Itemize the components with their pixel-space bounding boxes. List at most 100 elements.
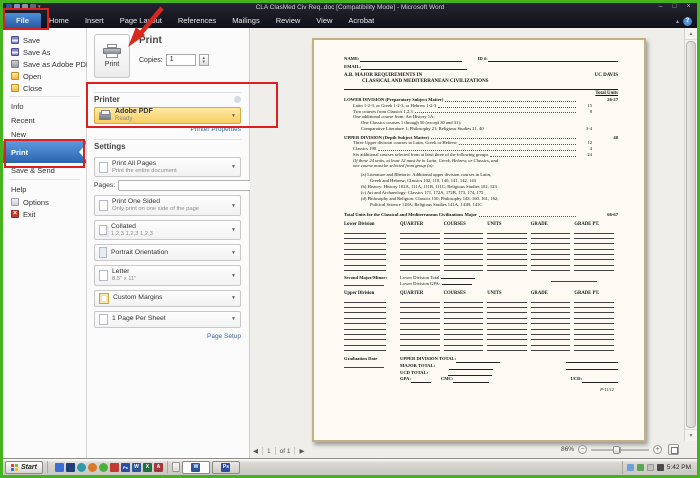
backstage-view: Save Save As Save as Adobe PDF Open Clos… (3, 28, 697, 458)
second-window-button[interactable]: Ps (212, 461, 240, 474)
sidebar-item-help[interactable]: Help (3, 182, 86, 196)
sidebar-item-info[interactable]: Info (3, 99, 86, 113)
tab-review[interactable]: Review (268, 13, 309, 28)
page-setup-link[interactable]: Page Setup (94, 333, 241, 340)
zoom-slider-thumb[interactable] (613, 446, 620, 454)
current-page-number[interactable]: 1 (267, 448, 271, 455)
qat-redo-icon[interactable] (30, 4, 36, 10)
tab-page-layout[interactable]: Page Layout (112, 13, 170, 28)
sidebar-divider (9, 179, 80, 180)
tray-icon[interactable] (657, 464, 664, 471)
print-range-dropdown[interactable]: Print All PagesPrint the entire document… (94, 157, 241, 177)
sidebar-item-save[interactable]: Save (3, 34, 86, 46)
preview-scrollbar[interactable]: ▲ ▼ (684, 28, 697, 441)
sidebar-item-new[interactable]: New (3, 127, 86, 141)
tab-references[interactable]: References (170, 13, 224, 28)
sidebar-item-open[interactable]: Open (3, 70, 86, 82)
collation-dropdown[interactable]: Collated1,2,3 1,2,3 1,2,3 ▼ (94, 220, 241, 240)
access-icon[interactable]: A (154, 463, 163, 472)
start-button[interactable]: Start (5, 461, 43, 474)
zoom-in-icon[interactable]: + (653, 445, 662, 454)
windows-explorer-icon[interactable] (66, 463, 75, 472)
word-icon: W (191, 463, 200, 472)
chevron-down-icon: ▼ (231, 164, 236, 170)
fit-to-page-button[interactable] (668, 444, 679, 455)
page-navigation: ◀ 1 of 1 ▶ (253, 447, 304, 455)
qat-dropdown-icon[interactable]: ▾ (38, 4, 41, 10)
save-as-icon (11, 48, 19, 56)
table-row (344, 266, 618, 271)
document-preview-page: NAME:ID #: EMAIL: A.B. MAJOR REQUIREMENT… (312, 38, 646, 442)
word-icon[interactable]: W (132, 463, 141, 472)
tray-icon[interactable] (627, 464, 634, 471)
window-controls: – □ × (655, 3, 694, 10)
screenshot-root: ▾ CLA ClasMed Civ Req..doc [Compatibilit… (0, 0, 700, 478)
help-icon[interactable] (683, 17, 692, 26)
printer-properties-link[interactable]: Printer Properties (94, 126, 241, 133)
previous-page-icon[interactable]: ◀ (253, 447, 258, 455)
zoom-percent[interactable]: 86% (561, 446, 574, 453)
tray-icon[interactable] (647, 464, 654, 471)
chevron-down-icon: ▼ (231, 203, 236, 209)
tray-icon[interactable] (637, 464, 644, 471)
show-desktop-icon[interactable] (172, 462, 180, 472)
clock[interactable]: 5:42 PM (667, 464, 691, 471)
sidebar-item-exit[interactable]: Exit (3, 208, 86, 220)
copies-label: Copies: (139, 57, 163, 64)
qat-save-icon[interactable] (14, 4, 20, 10)
paper-size-icon (99, 270, 108, 281)
tab-home[interactable]: Home (41, 13, 77, 28)
messenger-icon[interactable] (77, 463, 86, 472)
form-revision-code: P-11/12 (344, 387, 618, 393)
tab-view[interactable]: View (308, 13, 340, 28)
copies-input[interactable]: 1 (166, 54, 196, 66)
quick-access-toolbar[interactable]: ▾ (6, 4, 41, 10)
pages-per-sheet-dropdown[interactable]: 1 Page Per Sheet ▼ (94, 311, 241, 328)
tab-acrobat[interactable]: Acrobat (340, 13, 382, 28)
copies-stepper[interactable]: ▲▼ (199, 54, 209, 66)
chevron-down-icon: ▼ (231, 227, 236, 233)
minimize-ribbon-icon[interactable]: ▴ (676, 18, 679, 25)
internet-explorer-icon[interactable] (55, 463, 64, 472)
browser-icon[interactable] (99, 463, 108, 472)
duplex-dropdown[interactable]: Print One SidedOnly print on one side of… (94, 195, 241, 215)
tab-mailings[interactable]: Mailings (224, 13, 268, 28)
scrollbar-thumb[interactable] (686, 41, 696, 428)
print-button[interactable]: Print (94, 34, 130, 78)
word-window-button[interactable]: W (182, 461, 210, 474)
adobe-pdf-icon (11, 60, 19, 68)
minimize-button[interactable]: – (655, 3, 666, 10)
qat-undo-icon[interactable] (22, 4, 28, 10)
open-folder-icon (11, 72, 19, 80)
window-header: ▾ CLA ClasMed Civ Req..doc [Compatibilit… (3, 3, 697, 28)
printer-dropdown[interactable]: Adobe PDF Ready ▼ (94, 107, 241, 124)
margins-dropdown[interactable]: Custom Margins ▼ (94, 290, 241, 307)
sidebar-item-options[interactable]: Options (3, 196, 86, 208)
sidebar-item-save-as-adobe-pdf[interactable]: Save as Adobe PDF (3, 58, 86, 70)
ribbon-tabs: File Home Insert Page Layout References … (4, 13, 382, 28)
spinner-down-icon[interactable]: ▼ (202, 60, 206, 64)
orientation-dropdown[interactable]: Portrait Orientation ▼ (94, 244, 241, 261)
scroll-up-icon[interactable]: ▲ (685, 28, 697, 40)
firefox-icon[interactable] (88, 463, 97, 472)
next-page-icon[interactable]: ▶ (299, 447, 304, 455)
zoom-slider[interactable] (591, 449, 649, 451)
paper-size-dropdown[interactable]: Letter8.5" x 11" ▼ (94, 265, 241, 285)
portrait-orientation-icon (99, 247, 107, 258)
scroll-down-icon[interactable]: ▼ (685, 429, 697, 441)
window-title: CLA ClasMed Civ Req..doc [Compatibility … (103, 4, 597, 11)
zoom-out-icon[interactable]: − (578, 445, 587, 454)
sidebar-item-close[interactable]: Close (3, 82, 86, 94)
sidebar-item-recent[interactable]: Recent (3, 113, 86, 127)
tab-insert[interactable]: Insert (77, 13, 112, 28)
sidebar-item-save-and-send[interactable]: Save & Send (3, 163, 86, 177)
excel-icon[interactable]: X (143, 463, 152, 472)
sidebar-item-print[interactable]: Print (3, 141, 86, 163)
close-button[interactable]: × (683, 3, 694, 10)
table-row (344, 346, 618, 351)
tab-file[interactable]: File (4, 13, 41, 28)
restore-button[interactable]: □ (669, 3, 680, 10)
adobe-app-icon[interactable] (110, 463, 119, 472)
photoshop-icon[interactable]: Ps (121, 463, 130, 472)
sidebar-item-save-as[interactable]: Save As (3, 46, 86, 58)
